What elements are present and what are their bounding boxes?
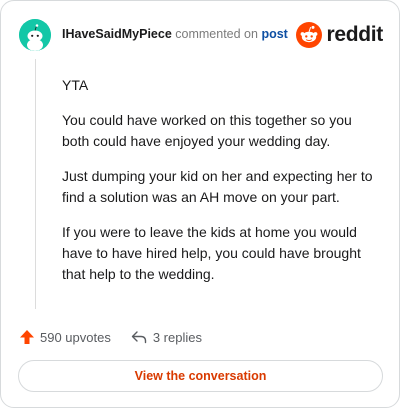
reply-arrow-icon xyxy=(131,331,147,344)
username-link[interactable]: IHaveSaidMyPiece xyxy=(62,27,172,41)
comment-paragraph: Just dumping your kid on her and expecti… xyxy=(62,168,373,205)
comment-body: YTA You could have worked on this togeth… xyxy=(62,75,382,299)
comment-byline: IHaveSaidMyPiece commented on post xyxy=(62,27,288,41)
comment-paragraph: If you were to leave the kids at home yo… xyxy=(62,224,361,282)
comment-embed-card: IHaveSaidMyPiece commented on post reddi… xyxy=(0,0,400,408)
comment-paragraph: YTA xyxy=(62,77,89,93)
thread-line xyxy=(35,59,36,309)
reddit-logo-icon xyxy=(296,22,323,48)
upvote-arrow-icon xyxy=(20,330,34,344)
reply-count: 3 replies xyxy=(152,329,202,345)
reddit-brand[interactable]: reddit xyxy=(296,21,383,49)
upvotes[interactable]: 590 upvotes xyxy=(19,329,111,345)
user-avatar-icon[interactable] xyxy=(19,19,51,51)
post-link[interactable]: post xyxy=(261,27,287,41)
reddit-wordmark: reddit xyxy=(326,23,383,46)
comment-header: IHaveSaidMyPiece commented on post reddi… xyxy=(19,19,383,51)
action-text: commented on xyxy=(175,27,258,41)
comment-paragraph: You could have worked on this together s… xyxy=(62,112,352,149)
comment-footer: 590 upvotes 3 replies xyxy=(19,327,202,347)
replies[interactable]: 3 replies xyxy=(131,330,202,345)
view-conversation-button[interactable]: View the conversation xyxy=(18,360,383,392)
upvote-count: 590 upvotes xyxy=(40,329,111,345)
